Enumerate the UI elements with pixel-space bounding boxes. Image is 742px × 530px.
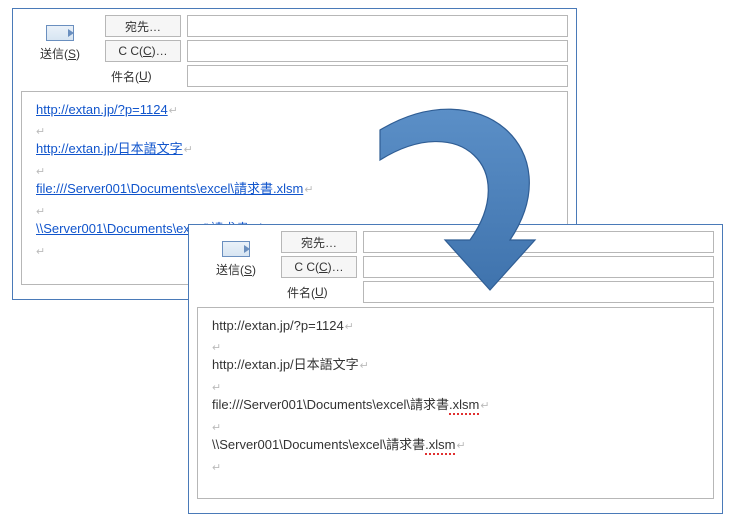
- plain-text-line: http://extan.jp/日本語文字: [212, 357, 359, 372]
- to-input[interactable]: [363, 231, 714, 253]
- to-button[interactable]: 宛先…: [281, 231, 357, 253]
- send-label: 送信(S): [40, 45, 80, 62]
- message-body-after[interactable]: http://extan.jp/?p=1124↵ ↵ http://extan.…: [197, 307, 714, 499]
- to-button[interactable]: 宛先…: [105, 15, 181, 37]
- send-button[interactable]: 送信(S): [197, 231, 275, 278]
- send-label: 送信(S): [216, 261, 256, 278]
- subject-input[interactable]: [187, 65, 568, 87]
- plain-text-line: \\Server001\Documents\excel\請求書.xlsm: [212, 437, 455, 455]
- hyperlink[interactable]: http://extan.jp/日本語文字: [36, 141, 183, 156]
- send-envelope-icon: [222, 241, 250, 257]
- send-button[interactable]: 送信(S): [21, 15, 99, 62]
- subject-label: 件名(U): [105, 65, 181, 87]
- to-input[interactable]: [187, 15, 568, 37]
- header-fields: 宛先… C C(C)… 件名(U): [105, 15, 568, 87]
- header-fields: 宛先… C C(C)… 件名(U): [281, 231, 714, 303]
- compose-header: 送信(S) 宛先… C C(C)… 件名(U): [189, 225, 722, 307]
- send-envelope-icon: [46, 25, 74, 41]
- cc-input[interactable]: [363, 256, 714, 278]
- cc-button[interactable]: C C(C)…: [105, 40, 181, 62]
- subject-label: 件名(U): [281, 281, 357, 303]
- compose-header: 送信(S) 宛先… C C(C)… 件名(U): [13, 9, 576, 91]
- cc-input[interactable]: [187, 40, 568, 62]
- compose-window-after: 送信(S) 宛先… C C(C)… 件名(U) http://exta: [188, 224, 723, 514]
- hyperlink[interactable]: file:///Server001\Documents\excel\請求書.xl…: [36, 181, 303, 196]
- plain-text-line: http://extan.jp/?p=1124: [212, 318, 344, 333]
- plain-text-line: file:///Server001\Documents\excel\請求書.xl…: [212, 397, 479, 415]
- hyperlink[interactable]: http://extan.jp/?p=1124: [36, 102, 168, 117]
- cc-button[interactable]: C C(C)…: [281, 256, 357, 278]
- subject-input[interactable]: [363, 281, 714, 303]
